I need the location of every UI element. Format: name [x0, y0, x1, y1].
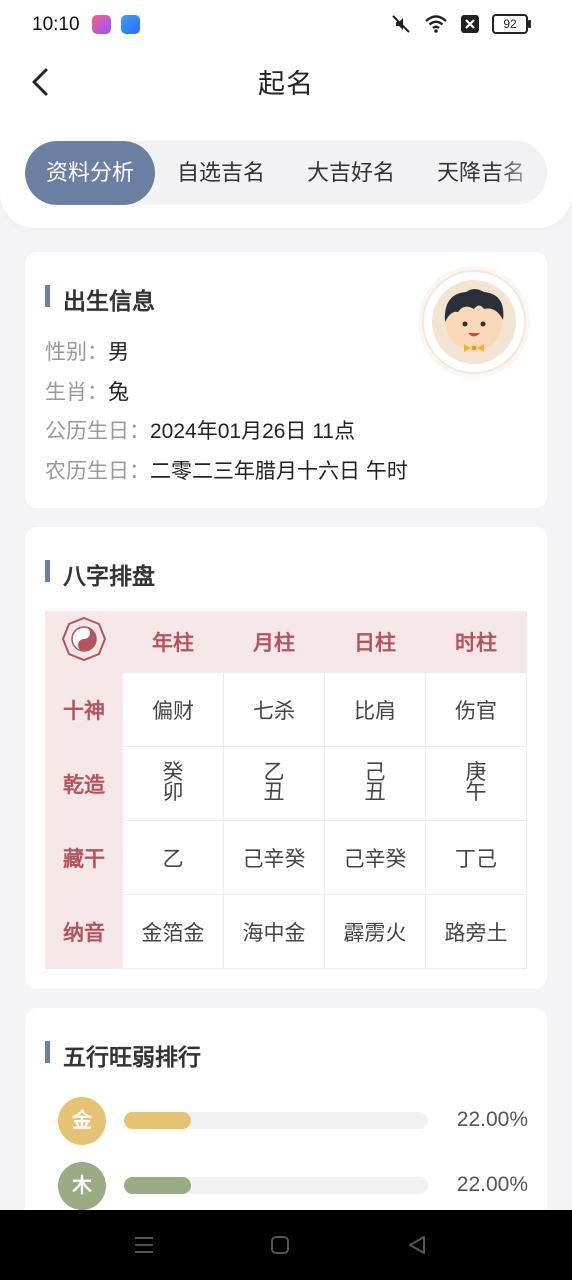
- zodiac-value: 兔: [108, 381, 129, 404]
- status-app-icons: [92, 15, 140, 34]
- gender-value: 男: [108, 341, 129, 364]
- earthly-branch: 丑: [263, 780, 285, 804]
- solar-birthday-row: 公历生日：2024年01月26日 11点: [45, 415, 355, 445]
- table-cell: 己丑: [324, 746, 426, 821]
- bazi-row-shishen: 十神 偏财 七杀 比肩 伤官: [45, 672, 527, 747]
- earthly-branch: 午: [465, 780, 487, 804]
- menu-icon[interactable]: [133, 1234, 155, 1256]
- wifi-icon: [425, 15, 447, 33]
- lunar-birthday-value: 二零二三年腊月十六日 午时: [150, 460, 408, 483]
- tab-self-select-name[interactable]: 自选吉名: [157, 141, 285, 205]
- progress-track: [124, 1112, 428, 1129]
- table-cell: 比肩: [324, 672, 426, 747]
- bazi-table: 年柱 月柱 日柱 时柱 十神 偏财 七杀 比肩 伤官 乾造 癸卯 乙丑 己丑 庚…: [45, 611, 527, 969]
- boy-avatar-icon: [432, 280, 516, 364]
- progress-fill: [124, 1177, 191, 1194]
- gender-row: 性别：男: [45, 336, 129, 366]
- bazi-header-row: 年柱 月柱 日柱 时柱: [45, 611, 527, 673]
- system-nav-bar: [0, 1210, 572, 1280]
- column-header: 年柱: [122, 611, 224, 673]
- table-cell: 乙: [122, 820, 224, 895]
- row-header: 十神: [45, 672, 123, 747]
- app-notification-icon: [121, 15, 140, 34]
- status-time: 10:10: [32, 14, 80, 35]
- status-icons: 92: [390, 13, 531, 35]
- bagua-cell: [45, 611, 123, 673]
- progress-fill: [124, 1112, 191, 1129]
- wuxing-title: 五行旺弱排行: [45, 1038, 201, 1072]
- mute-icon: [392, 15, 410, 33]
- progress-track: [124, 1177, 428, 1194]
- row-header: 藏干: [45, 820, 123, 895]
- table-cell: 癸卯: [122, 746, 224, 821]
- column-header: 日柱: [324, 611, 426, 673]
- bazi-row-canggan: 藏干 乙 己辛癸 己辛癸 丁己: [45, 820, 527, 895]
- back-nav-icon[interactable]: [406, 1234, 428, 1256]
- table-cell: 己辛癸: [223, 820, 325, 895]
- bazi-card: 八字排盘 年柱 月柱 日柱 时柱 十神 偏财 七杀 比肩 伤官 乾造 癸 卯 乙…: [25, 527, 547, 989]
- earthly-branch: 卯: [162, 780, 184, 804]
- solar-birthday-value: 2024年01月26日 11点: [150, 420, 356, 443]
- gender-label: 性别：: [45, 341, 108, 364]
- table-cell: 己辛癸: [324, 820, 426, 895]
- bagua-icon: [61, 616, 107, 662]
- app-notification-icon: [92, 15, 111, 34]
- table-cell: 路旁土: [425, 894, 527, 969]
- zodiac-row: 生肖：兔: [45, 376, 129, 406]
- tab-bar: 资料分析 自选吉名 大吉好名 天降吉名: [25, 141, 547, 205]
- solar-birthday-label: 公历生日：: [45, 420, 150, 443]
- avatar: [422, 270, 526, 374]
- table-cell: 霹雳火: [324, 894, 426, 969]
- tab-good-names[interactable]: 大吉好名: [287, 141, 415, 205]
- wuxing-row: 金 22.00%: [58, 1097, 528, 1145]
- element-badge: 木: [58, 1162, 106, 1210]
- birth-info-title: 出生信息: [45, 282, 155, 316]
- lunar-birthday-label: 农历生日：: [45, 460, 150, 483]
- table-cell: 伤官: [425, 672, 527, 747]
- zodiac-label: 生肖：: [45, 381, 108, 404]
- page-title: 起名: [258, 69, 314, 99]
- table-cell: 偏财: [122, 672, 224, 747]
- wuxing-row: 木 22.00%: [58, 1162, 528, 1210]
- home-icon[interactable]: [270, 1235, 290, 1255]
- header: 起名 资料分析 自选吉名 大吉好名 天降吉名: [0, 50, 572, 228]
- table-cell: 金箔金: [122, 894, 224, 969]
- table-cell: 七杀: [223, 672, 325, 747]
- tabs-fade: [497, 141, 547, 205]
- row-header: 乾造: [45, 746, 123, 821]
- column-header: 时柱: [425, 611, 527, 673]
- status-bar: 10:10 92: [0, 0, 572, 50]
- table-cell: 乙丑: [223, 746, 325, 821]
- tab-data-analysis[interactable]: 资料分析: [25, 141, 155, 205]
- battery-indicator: 92: [492, 14, 531, 34]
- bazi-row-nayin: 纳音 金箔金 海中金 霹雳火 路旁土: [45, 894, 527, 969]
- row-header: 纳音: [45, 894, 123, 969]
- percent-text: 22.00%: [456, 1173, 528, 1196]
- percent-text: 22.00%: [456, 1108, 528, 1131]
- column-header: 月柱: [223, 611, 325, 673]
- table-cell: 海中金: [223, 894, 325, 969]
- element-badge: 金: [58, 1097, 106, 1145]
- lunar-birthday-row: 农历生日：二零二三年腊月十六日 午时: [45, 455, 408, 485]
- bazi-row-qianzao: 乾造 癸卯 乙丑 己丑 庚午: [45, 746, 527, 821]
- table-cell: 丁己: [425, 820, 527, 895]
- bazi-title: 八字排盘: [45, 557, 155, 591]
- table-cell: 庚午: [425, 746, 527, 821]
- sim-blocked-icon: [461, 15, 479, 33]
- earthly-branch: 丑: [364, 780, 386, 804]
- birth-info-card: 出生信息 性别：男 生肖：兔 公历生日：2024年01月26日 11点 农历生日…: [25, 252, 547, 508]
